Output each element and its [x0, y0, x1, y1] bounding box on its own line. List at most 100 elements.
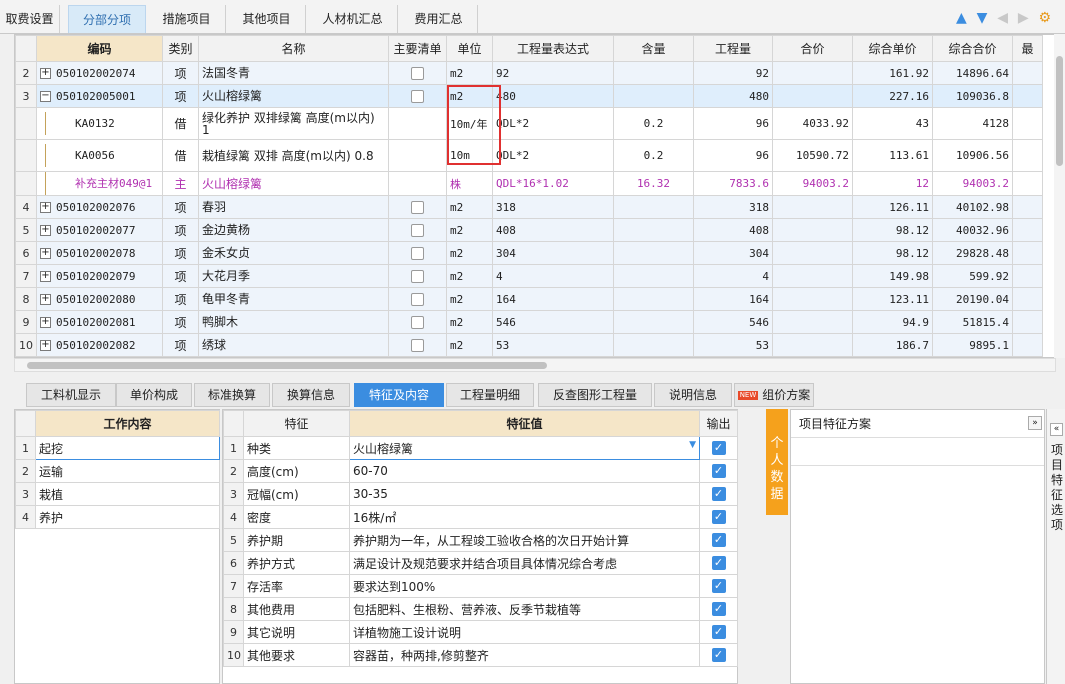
cell-main-list[interactable] — [388, 241, 447, 265]
cell-expression[interactable]: 480 — [492, 84, 614, 108]
cell-name[interactable]: 龟甲冬青 — [198, 287, 389, 311]
cell-unit[interactable]: 株 — [446, 171, 493, 196]
personal-data-button[interactable]: 个人数据 — [766, 409, 788, 515]
feature-value[interactable]: 详植物施工设计说明 — [349, 620, 700, 644]
work-item-label[interactable]: 起挖 — [35, 436, 220, 460]
arrow-left-icon[interactable]: ◀ — [997, 10, 1008, 26]
output-checkbox[interactable]: ✓ — [711, 556, 726, 571]
table-row[interactable]: 3−050102005001 项火山榕绿篱 m2 480 480 227.16 109036… — [15, 84, 1043, 108]
table-row[interactable]: 补充主材049@1 主火山榕绿篱株 QDL*16*1.02 16.32 7833.6 94… — [15, 171, 1043, 196]
cell-price[interactable] — [772, 310, 853, 334]
cell-category[interactable]: 项 — [162, 61, 199, 85]
table-row[interactable]: 10 +050102002082 项绣球 m2 53 53 186.7 9895.1 — [15, 333, 1043, 357]
feature-name[interactable]: 养护方式 — [243, 551, 350, 575]
feature-value[interactable]: 30-35 — [349, 482, 700, 506]
cell-name[interactable]: 大花月季 — [198, 264, 389, 288]
cell-main-list[interactable] — [388, 171, 447, 196]
list-item[interactable]: 1 起挖 — [15, 436, 220, 460]
cell-quantity[interactable]: 304 — [693, 241, 773, 265]
dropdown-arrow-icon[interactable]: ▼ — [689, 440, 696, 450]
tab-conversion-info[interactable]: 换算信息 — [272, 383, 350, 407]
header-output[interactable]: 输出 — [699, 410, 738, 437]
feature-row[interactable]: 3 冠幅(cm) 30-35 ✓ — [223, 482, 738, 506]
output-checkbox[interactable]: ✓ — [711, 441, 726, 456]
cell-quantity[interactable]: 408 — [693, 218, 773, 242]
main-list-checkbox[interactable] — [411, 90, 424, 103]
cell-total[interactable]: 599.92 — [932, 264, 1013, 288]
table-row[interactable]: KA0056 借栽植绿篱 双排 高度(m以内) 0.8 10m QDL*2 0.2 96 1… — [15, 139, 1043, 172]
main-list-checkbox[interactable] — [411, 201, 424, 214]
cell-code[interactable]: +050102002078 — [36, 241, 163, 265]
main-list-checkbox[interactable] — [411, 339, 424, 352]
output-cell[interactable]: ✓ — [699, 528, 738, 552]
tab-resource-summary[interactable]: 人材机汇总 — [308, 5, 398, 33]
cell-main-list[interactable] — [388, 195, 447, 219]
cell-quantity[interactable]: 92 — [693, 61, 773, 85]
cell-expression[interactable]: 546 — [492, 310, 614, 334]
output-cell[interactable]: ✓ — [699, 643, 738, 667]
header-feature[interactable]: 特征 — [243, 410, 350, 437]
cell-expression[interactable]: QDL*2 — [492, 107, 614, 140]
header-unit-price[interactable]: 综合单价 — [852, 35, 933, 62]
cell-expression[interactable]: 318 — [492, 195, 614, 219]
cell-unit-price[interactable]: 126.11 — [852, 195, 933, 219]
cell-name[interactable]: 春羽 — [198, 195, 389, 219]
cell-last[interactable] — [1012, 333, 1043, 357]
cell-price[interactable] — [772, 61, 853, 85]
cell-quantity[interactable]: 96 — [693, 107, 773, 140]
output-cell[interactable]: ✓ — [699, 620, 738, 644]
cell-category[interactable]: 项 — [162, 241, 199, 265]
cell-main-list[interactable] — [388, 264, 447, 288]
output-checkbox[interactable]: ✓ — [711, 625, 726, 640]
cell-last[interactable] — [1012, 195, 1043, 219]
feature-name[interactable]: 高度(cm) — [243, 459, 350, 483]
cell-code[interactable]: KA0132 — [36, 107, 163, 140]
cell-code[interactable]: +050102002077 — [36, 218, 163, 242]
tab-std-conversion[interactable]: 标准换算 — [194, 383, 270, 407]
expand-toggle-icon[interactable]: + — [40, 317, 51, 328]
cell-main-list[interactable] — [388, 84, 447, 108]
tab-other-items[interactable]: 其他项目 — [228, 5, 306, 33]
expand-toggle-icon[interactable]: + — [40, 202, 51, 213]
output-cell[interactable]: ✓ — [699, 551, 738, 575]
cell-last[interactable] — [1012, 107, 1043, 140]
table-row[interactable]: 4 +050102002076 项春羽 m2 318 318 126.11 40102.98 — [15, 195, 1043, 219]
main-list-checkbox[interactable] — [411, 247, 424, 260]
feature-row[interactable]: 9 其它说明 详植物施工设计说明 ✓ — [223, 620, 738, 644]
cell-price[interactable]: 4033.92 — [772, 107, 853, 140]
feature-row[interactable]: 1 种类 ▼ 火山榕绿篱 ✓ — [223, 436, 738, 460]
main-list-checkbox[interactable] — [411, 67, 424, 80]
expand-toggle-icon[interactable]: + — [40, 271, 51, 282]
feature-name[interactable]: 其他要求 — [243, 643, 350, 667]
cell-content[interactable] — [613, 333, 694, 357]
cell-unit-price[interactable]: 186.7 — [852, 333, 933, 357]
feature-plan-row[interactable] — [791, 438, 1044, 466]
cell-total[interactable]: 40102.98 — [932, 195, 1013, 219]
header-total[interactable]: 综合合价 — [932, 35, 1013, 62]
cell-total[interactable]: 51815.4 — [932, 310, 1013, 334]
cell-category[interactable]: 项 — [162, 218, 199, 242]
cell-category[interactable]: 项 — [162, 264, 199, 288]
cell-category[interactable]: 借 — [162, 139, 199, 172]
cell-total[interactable]: 14896.64 — [932, 61, 1013, 85]
feature-value[interactable]: 包括肥料、生根粉、营养液、反季节栽植等 — [349, 597, 700, 621]
tab-cost-summary[interactable]: 费用汇总 — [400, 5, 478, 33]
tab-reverse-lookup[interactable]: 反查图形工程量 — [538, 383, 652, 407]
output-cell[interactable]: ✓ — [699, 482, 738, 506]
expand-toggle-icon[interactable]: + — [40, 248, 51, 259]
cell-category[interactable]: 项 — [162, 287, 199, 311]
table-row[interactable]: 2 +050102002074 项法国冬青 m2 92 92 161.92 14896.64 — [15, 61, 1043, 85]
cell-expression[interactable]: QDL*16*1.02 — [492, 171, 614, 196]
cell-main-list[interactable] — [388, 287, 447, 311]
cell-last[interactable] — [1012, 139, 1043, 172]
feature-value[interactable]: 要求达到100% — [349, 574, 700, 598]
cell-quantity[interactable]: 318 — [693, 195, 773, 219]
header-quantity[interactable]: 工程量 — [693, 35, 773, 62]
tab-fee-settings[interactable]: 取费设置 — [0, 5, 60, 33]
cell-price[interactable]: 10590.72 — [772, 139, 853, 172]
cell-main-list[interactable] — [388, 139, 447, 172]
cell-content[interactable]: 16.32 — [613, 171, 694, 196]
main-list-checkbox[interactable] — [411, 316, 424, 329]
cell-main-list[interactable] — [388, 218, 447, 242]
cell-category[interactable]: 项 — [162, 310, 199, 334]
